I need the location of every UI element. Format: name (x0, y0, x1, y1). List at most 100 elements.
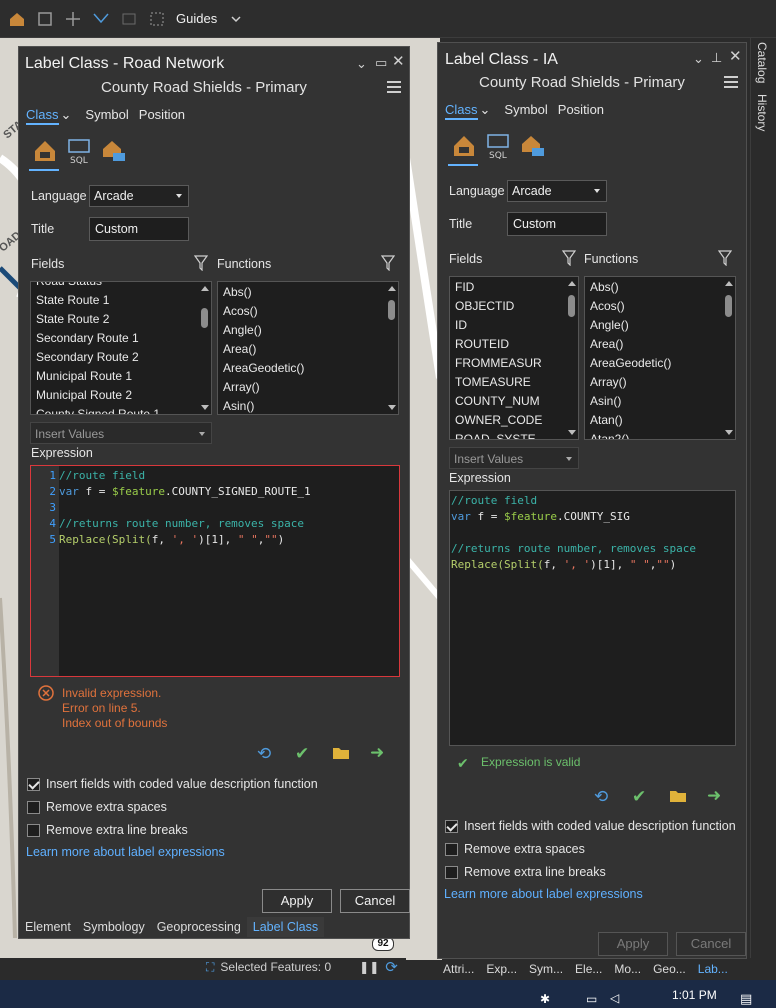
notification-icon[interactable]: ▤ (740, 991, 752, 1007)
list-item[interactable]: Road Status (31, 282, 199, 291)
coded-value-checkbox-row[interactable]: Insert fields with coded value descripti… (27, 777, 318, 791)
learn-more-link[interactable]: Learn more about label expressions (444, 887, 643, 901)
list-item[interactable]: Abs() (218, 283, 386, 302)
menu-icon[interactable] (387, 81, 401, 93)
fields-list[interactable]: FID OBJECTID ID ROUTEID FROMMEASUR TOMEA… (449, 276, 579, 440)
tab-export[interactable]: Exp... (480, 959, 523, 979)
learn-more-link[interactable]: Learn more about label expressions (26, 845, 225, 859)
list-item[interactable]: Acos() (585, 297, 723, 316)
list-item[interactable]: COUNTY_NUM (450, 392, 566, 411)
label-class-icon[interactable] (450, 132, 478, 160)
label-placement-icon[interactable] (518, 132, 546, 160)
list-item[interactable]: Municipal Route 1 (31, 367, 199, 386)
open-folder-icon[interactable] (332, 745, 350, 764)
export-arrow-icon[interactable]: ➜ (707, 787, 721, 804)
transform-icon[interactable] (92, 10, 110, 28)
list-item[interactable]: ROUTEID (450, 335, 566, 354)
list-item[interactable]: Secondary Route 2 (31, 348, 199, 367)
fields-list[interactable]: Road Status State Route 1 State Route 2 … (30, 281, 212, 415)
list-item[interactable]: State Route 1 (31, 291, 199, 310)
network-icon[interactable]: ▭ (586, 992, 597, 1006)
chevron-down-icon[interactable]: ⌄ (356, 57, 367, 71)
sql-query-icon[interactable]: SQL (65, 137, 93, 166)
filter-fields-icon[interactable] (562, 250, 576, 266)
fields-scrollbar[interactable] (565, 277, 578, 439)
tab-class[interactable]: Class (26, 107, 59, 125)
tab-modify[interactable]: Mo... (608, 959, 647, 979)
tab-attributes[interactable]: Attri... (437, 959, 480, 979)
label-placement-icon[interactable] (99, 137, 127, 165)
list-item[interactable]: AreaGeodetic() (585, 354, 723, 373)
select-icon[interactable] (36, 10, 54, 28)
tab-element[interactable]: Element (19, 917, 77, 937)
pin-icon[interactable]: ⊥ (711, 51, 722, 65)
tab-position[interactable]: Position (558, 102, 604, 120)
coded-value-checkbox-row[interactable]: Insert fields with coded value descripti… (445, 819, 736, 833)
list-item[interactable]: ROAD_SYSTE (450, 430, 566, 439)
tab-geoprocessing[interactable]: Geo... (647, 959, 692, 979)
tab-symbology[interactable]: Sym... (523, 959, 569, 979)
list-item[interactable]: County Signed Route 1 (31, 405, 199, 414)
list-item[interactable]: Array() (218, 378, 386, 397)
history-tab[interactable]: History (755, 94, 769, 131)
maximize-icon[interactable]: ▭ (375, 56, 387, 70)
remove-spaces-checkbox-row[interactable]: Remove extra spaces (27, 800, 167, 814)
expression-editor[interactable]: //route field var f = $feature.COUNTY_SI… (449, 490, 736, 746)
reset-icon[interactable]: ⟲ (594, 788, 608, 805)
expression-editor[interactable]: 1 2 3 4 5 //route field var f = $feature… (30, 465, 400, 677)
remove-spaces-checkbox[interactable] (27, 800, 40, 814)
list-item[interactable]: ID (450, 316, 566, 335)
menu-icon[interactable] (724, 76, 738, 88)
title-field[interactable]: Custom (507, 212, 607, 236)
list-item[interactable]: Area() (218, 340, 386, 359)
functions-list[interactable]: Abs() Acos() Angle() Area() AreaGeodetic… (584, 276, 736, 440)
list-item[interactable]: Asin() (218, 397, 386, 414)
list-item[interactable]: Municipal Route 2 (31, 386, 199, 405)
filter-fields-icon[interactable] (194, 255, 208, 271)
functions-scrollbar[interactable] (722, 277, 735, 439)
remove-spaces-checkbox-row[interactable]: Remove extra spaces (445, 842, 585, 856)
insert-values-dropdown[interactable]: Insert Values (30, 422, 212, 444)
tab-label-class[interactable]: Label Class (246, 917, 325, 937)
tab-symbol[interactable]: Symbol (504, 102, 547, 120)
move-icon[interactable] (64, 10, 82, 28)
functions-scrollbar[interactable] (385, 282, 398, 414)
list-item[interactable]: Atan() (585, 411, 723, 430)
insert-values-dropdown[interactable]: Insert Values (449, 447, 579, 469)
reset-icon[interactable]: ⟲ (257, 745, 271, 762)
tab-class[interactable]: Class (445, 102, 478, 120)
tab-symbology[interactable]: Symbology (77, 917, 151, 937)
title-field[interactable]: Custom (89, 217, 189, 241)
language-dropdown[interactable]: Arcade (89, 185, 189, 207)
list-item[interactable]: OWNER_CODE (450, 411, 566, 430)
close-icon[interactable]: ✕ (729, 49, 742, 64)
volume-icon[interactable]: ◁ (610, 991, 619, 1005)
pause-icon[interactable]: ❚❚ (359, 960, 379, 974)
list-item[interactable]: FID (450, 278, 566, 297)
grid-icon[interactable] (120, 10, 138, 28)
open-folder-icon[interactable] (669, 788, 687, 807)
remove-line-breaks-checkbox-row[interactable]: Remove extra line breaks (27, 823, 188, 837)
list-item[interactable]: OBJECTID (450, 297, 566, 316)
tab-element[interactable]: Ele... (569, 959, 608, 979)
chevron-down-icon[interactable]: ⌄ (480, 102, 491, 120)
apply-button[interactable]: Apply (598, 932, 668, 956)
tab-geoprocessing[interactable]: Geoprocessing (151, 917, 247, 937)
list-item[interactable]: Abs() (585, 278, 723, 297)
list-item[interactable]: Area() (585, 335, 723, 354)
verify-check-icon[interactable]: ✔ (632, 788, 646, 805)
refresh-icon[interactable]: ⟳ (385, 958, 398, 976)
language-dropdown[interactable]: Arcade (507, 180, 607, 202)
chevron-down-icon[interactable]: ⌄ (61, 107, 72, 125)
tab-symbol[interactable]: Symbol (85, 107, 128, 125)
coded-value-checkbox[interactable] (445, 819, 458, 833)
remove-line-breaks-checkbox[interactable] (27, 823, 40, 837)
list-item[interactable]: Asin() (585, 392, 723, 411)
close-icon[interactable]: ✕ (392, 54, 405, 69)
coded-value-checkbox[interactable] (27, 777, 40, 791)
list-item[interactable]: Acos() (218, 302, 386, 321)
cancel-button[interactable]: Cancel (676, 932, 746, 956)
verify-check-icon[interactable]: ✔ (295, 745, 309, 762)
list-item[interactable]: FROMMEASUR (450, 354, 566, 373)
remove-line-breaks-checkbox[interactable] (445, 865, 458, 879)
